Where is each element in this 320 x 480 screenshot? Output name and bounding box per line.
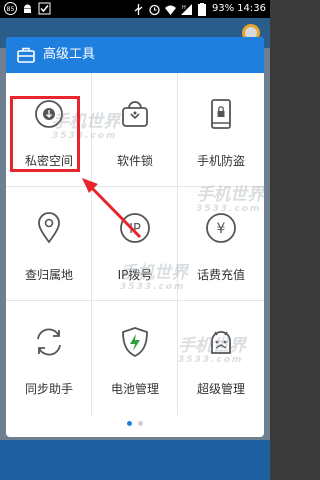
tool-label: 话费充值	[196, 268, 245, 282]
ip-dial-icon: IP	[118, 211, 152, 245]
tool-label: IP拨号	[117, 268, 153, 282]
svg-text:¥: ¥	[217, 221, 226, 237]
tool-top-up[interactable]: ¥ 话费充值	[178, 187, 264, 301]
battery-percent: 93%	[211, 3, 235, 14]
tool-sync-assistant[interactable]: 同步助手	[6, 301, 92, 415]
tool-label: 软件锁	[116, 154, 153, 168]
alarm-icon	[148, 3, 161, 16]
usb-icon	[132, 3, 145, 16]
highlight-box	[10, 96, 80, 172]
check-icon	[38, 2, 51, 15]
tool-ip-dial[interactable]: IP IP拨号	[92, 187, 178, 301]
android-icon	[21, 2, 34, 15]
tool-app-lock[interactable]: 软件锁	[92, 73, 178, 187]
tool-super-manager[interactable]: 超级管理	[178, 301, 264, 415]
tool-label: 查归属地	[24, 268, 73, 282]
page-dot-active[interactable]	[127, 421, 132, 426]
panel-header: 高级工具	[6, 37, 264, 73]
background-bottom-bar	[0, 440, 270, 480]
notification-count-icon: 85	[4, 2, 17, 15]
status-bar-left: 85	[4, 2, 51, 15]
page-indicator	[6, 421, 264, 429]
svg-text:H: H	[182, 5, 186, 11]
tool-battery-manager[interactable]: 电池管理	[92, 301, 178, 415]
tool-label: 同步助手	[24, 382, 73, 396]
sync-icon	[32, 325, 66, 359]
android-admin-icon	[204, 325, 238, 359]
location-pin-icon	[32, 211, 66, 245]
page-dot[interactable]	[138, 421, 143, 426]
battery-icon	[196, 2, 209, 16]
svg-text:IP: IP	[129, 222, 141, 237]
status-bar: 85 H 93% 14:36	[0, 0, 270, 18]
tool-label: 超级管理	[196, 382, 245, 396]
tool-anti-theft[interactable]: 手机防盗	[178, 73, 264, 187]
status-bar-right: H 93% 14:36	[132, 1, 266, 17]
battery-shield-icon	[118, 325, 152, 359]
tool-number-lookup[interactable]: 查归属地	[6, 187, 92, 301]
tool-label: 手机防盗	[196, 154, 245, 168]
clock: 14:36	[237, 3, 266, 14]
svg-text:85: 85	[7, 6, 15, 13]
yen-coin-icon: ¥	[204, 211, 238, 245]
phone-lock-icon	[204, 97, 238, 131]
tool-label: 电池管理	[110, 382, 159, 396]
signal-icon: H	[180, 3, 193, 16]
toolbox-icon	[17, 46, 35, 64]
panel-title: 高级工具	[43, 47, 96, 62]
wifi-icon	[164, 3, 177, 16]
lock-box-icon	[118, 97, 152, 131]
